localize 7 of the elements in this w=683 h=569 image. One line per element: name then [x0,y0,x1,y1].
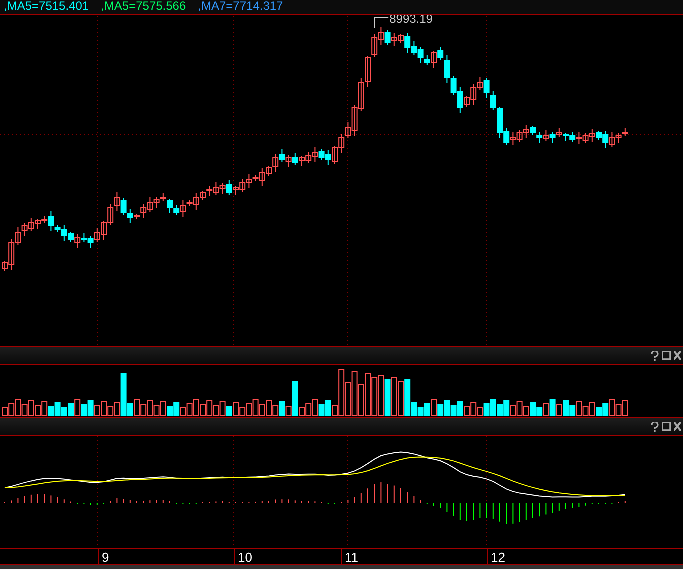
indicator-legend: ,MA5=7515.401 [4,0,90,14]
x-axis-label: 12 [487,549,506,564]
x-axis-label: 10 [234,549,252,564]
indicator-legend: ,MA7=7714.317 [198,0,284,14]
x-axis-label: 9 [98,549,110,564]
x-axis-label: 11 [341,549,358,564]
indicator-legend: ,MA5=7575.566 [101,0,186,14]
